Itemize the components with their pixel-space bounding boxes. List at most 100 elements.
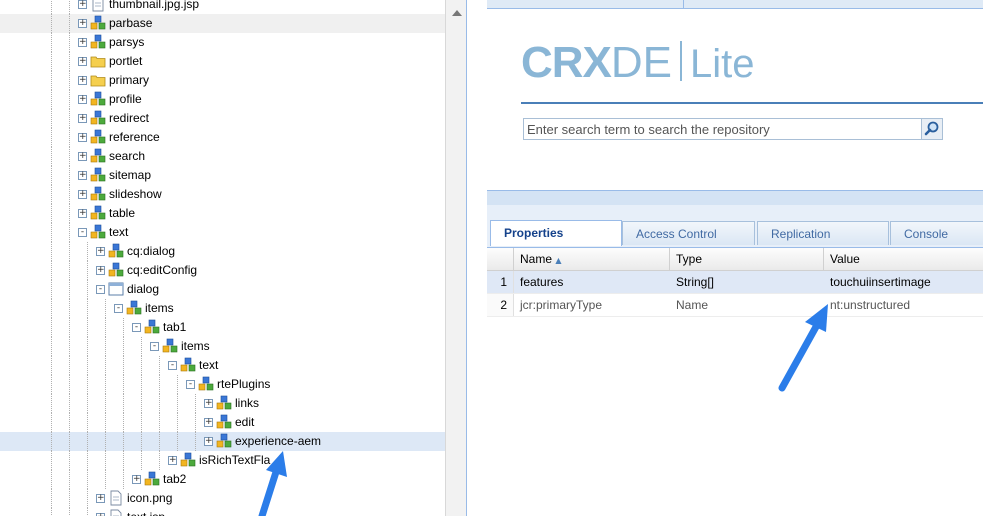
expand-toggle-icon[interactable]: + [168,456,177,465]
tree-node[interactable]: + table [0,204,466,223]
tree-node[interactable]: - rtePlugins [0,375,466,394]
tree-node[interactable]: + cq:editConfig [0,261,466,280]
tree-node-label: parsys [109,35,145,49]
tab-replication[interactable]: Replication [757,221,889,245]
tree-node[interactable]: + cq:dialog [0,242,466,261]
expand-toggle-icon[interactable]: + [78,152,87,161]
collapse-toggle-icon[interactable]: - [96,285,105,294]
collapse-toggle-icon[interactable]: - [150,342,159,351]
search-input[interactable] [524,119,926,139]
file-icon [110,490,122,506]
tree-node[interactable]: + experience-aem [0,432,466,451]
tree-node[interactable]: + reference [0,128,466,147]
column-header-value[interactable]: Value [824,248,983,270]
component-icon [216,414,232,429]
tree-node[interactable]: - tab1 [0,318,466,337]
component-icon [144,319,160,334]
table-row[interactable]: 2 jcr:primaryType Name nt:unstructured [487,294,983,317]
tree-node[interactable]: + tab2 [0,470,466,489]
expand-toggle-icon[interactable]: + [204,418,213,427]
tree-node[interactable]: + sitemap [0,166,466,185]
tree-node-label: profile [109,92,142,106]
tree-node-label: text.jsp [127,510,165,516]
tree-node[interactable]: + icon.png [0,489,466,508]
collapse-toggle-icon[interactable]: - [132,323,141,332]
expand-toggle-icon[interactable]: + [78,209,87,218]
logo-de-text: DE [610,38,673,87]
logo-divider [521,102,983,104]
tree-node[interactable]: + search [0,147,466,166]
expand-toggle-icon[interactable]: + [78,0,87,9]
expand-toggle-icon[interactable]: + [78,190,87,199]
tab-console[interactable]: Console [890,221,983,245]
tab-properties[interactable]: Properties [490,220,622,246]
tree-node[interactable]: + redirect [0,109,466,128]
tree-scrollbar[interactable] [445,0,466,516]
expand-toggle-icon[interactable]: + [96,247,105,256]
tree-node[interactable]: - text [0,223,466,242]
property-name: features [520,275,564,289]
expand-toggle-icon[interactable]: + [78,76,87,85]
collapse-toggle-icon[interactable]: - [186,380,195,389]
component-icon [144,471,160,486]
property-value[interactable]: nt:unstructured [824,294,983,316]
tree-node-label: reference [109,130,160,144]
component-icon [90,110,106,125]
expand-toggle-icon[interactable]: + [78,114,87,123]
expand-toggle-icon[interactable]: + [204,437,213,446]
property-value[interactable]: touchuiinsertimage [824,271,983,293]
expand-toggle-icon[interactable]: + [78,133,87,142]
component-icon [216,433,232,448]
tree-node[interactable]: + edit [0,413,466,432]
property-name: jcr:primaryType [520,298,603,312]
expand-toggle-icon[interactable]: + [132,475,141,484]
expand-toggle-icon[interactable]: + [78,57,87,66]
tree-node[interactable]: + portlet [0,52,466,71]
tab-access-control[interactable]: Access Control [622,221,755,245]
tree-node-label: slideshow [109,187,162,201]
tree-node[interactable]: + slideshow [0,185,466,204]
column-header-type[interactable]: Type [670,248,824,270]
tree-node-label: redirect [109,111,150,125]
tree-node-label: tab2 [163,472,187,486]
tree-node-label: rtePlugins [217,377,271,391]
component-icon [198,376,214,391]
expand-toggle-icon[interactable]: + [78,95,87,104]
tree-node[interactable]: - items [0,337,466,356]
collapse-toggle-icon[interactable]: - [78,228,87,237]
tree-node[interactable]: + primary [0,71,466,90]
search-box [523,118,943,140]
tree-node[interactable]: + parbase [0,14,466,33]
file-icon [92,0,104,12]
logo-crx-text: CRX [521,38,612,87]
tree-node[interactable]: - items [0,299,466,318]
expand-toggle-icon[interactable]: + [78,19,87,28]
dialog-icon [108,282,124,296]
expand-toggle-icon[interactable]: + [96,494,105,503]
tree-node-label: parbase [109,16,153,30]
tree-node[interactable]: + parsys [0,33,466,52]
main-panel: CRXDE Lite Properties Access Control Repl… [487,0,983,516]
expand-toggle-icon[interactable]: + [78,38,87,47]
collapse-toggle-icon[interactable]: - [168,361,177,370]
table-row[interactable]: 1 features String[] touchuiinsertimage [487,271,983,294]
tree-node[interactable]: - text [0,356,466,375]
tree-node-label: experience-aem [235,434,322,448]
tree-node[interactable]: + thumbnail.jpg.jsp [0,0,466,14]
expand-toggle-icon[interactable]: + [96,266,105,275]
scroll-up-arrow-icon[interactable] [452,10,462,16]
expand-toggle-icon[interactable]: + [204,399,213,408]
component-icon [180,357,196,372]
panel-splitter[interactable] [487,190,983,206]
expand-toggle-icon[interactable]: + [78,171,87,180]
tree-node[interactable]: + links [0,394,466,413]
tree-node[interactable]: - dialog [0,280,466,299]
column-header-name[interactable]: Name ▲ [514,248,670,270]
collapse-toggle-icon[interactable]: - [114,304,123,313]
tree-node[interactable]: +text.jsp [0,508,466,516]
component-icon [126,300,142,315]
tree-node[interactable]: + profile [0,90,466,109]
properties-tabbar: Properties Access Control Replication Co… [487,205,983,248]
tree-node[interactable]: + isRichTextFla [0,451,466,470]
search-button[interactable] [921,119,942,139]
